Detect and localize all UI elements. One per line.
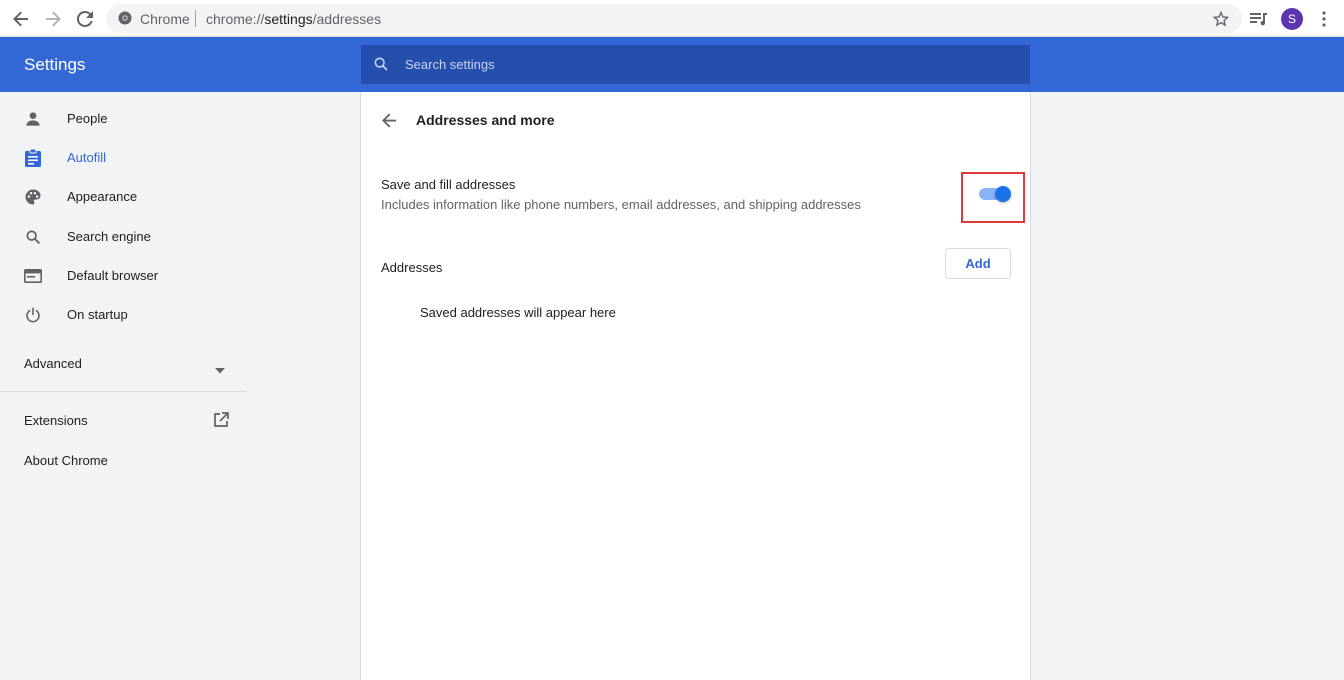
forward-arrow-icon[interactable]	[40, 6, 66, 32]
external-link-icon	[213, 412, 229, 433]
about-chrome-label: About Chrome	[24, 453, 108, 468]
avatar: S	[1281, 8, 1303, 30]
empty-state-text: Saved addresses will appear here	[420, 305, 616, 320]
sidebar-advanced-toggle[interactable]: Advanced	[0, 350, 246, 378]
sidebar-divider	[0, 391, 246, 392]
save-fill-title: Save and fill addresses	[381, 177, 516, 192]
sidebar-item-on-startup[interactable]: On startup	[0, 296, 246, 334]
sidebar-item-label: Default browser	[67, 268, 159, 283]
page-header-title: Settings	[24, 55, 86, 74]
search-icon	[373, 56, 389, 77]
person-icon	[24, 110, 42, 128]
sidebar-item-label: Search engine	[67, 229, 151, 244]
reload-icon[interactable]	[72, 6, 98, 32]
url-host: settings	[264, 11, 313, 27]
profile-avatar[interactable]: S	[1279, 6, 1305, 32]
extensions-label: Extensions	[24, 413, 88, 428]
sidebar: People Autofill Appearance Search engine…	[0, 92, 246, 680]
menu-kebab-icon[interactable]	[1311, 6, 1337, 32]
sidebar-item-about-chrome[interactable]: About Chrome	[0, 446, 246, 474]
sidebar-item-default-browser[interactable]: Default browser	[0, 257, 246, 295]
address-bar[interactable]: Chrome chrome://settings/addresses	[106, 4, 1242, 33]
search-settings-field[interactable]: Search settings	[361, 45, 1030, 84]
power-icon	[24, 306, 42, 324]
toggle-knob	[995, 186, 1011, 202]
chrome-logo-icon	[118, 11, 132, 25]
settings-header: Settings Search settings	[0, 37, 1344, 92]
page-title: Addresses and more	[416, 112, 555, 128]
back-arrow-icon[interactable]	[8, 6, 34, 32]
sidebar-item-people[interactable]: People	[0, 100, 246, 138]
advanced-label: Advanced	[24, 356, 82, 371]
browser-window-icon	[24, 267, 42, 285]
sidebar-item-label: Appearance	[67, 189, 138, 204]
add-address-button[interactable]: Add	[945, 248, 1011, 279]
sidebar-item-label: Autofill	[67, 150, 107, 165]
sidebar-item-autofill[interactable]: Autofill	[0, 139, 246, 177]
media-control-icon[interactable]	[1246, 6, 1272, 32]
sidebar-item-search-engine[interactable]: Search engine	[0, 218, 246, 256]
site-name: Chrome	[140, 11, 190, 27]
addresses-card: Addresses and more Save and fill address…	[360, 92, 1031, 680]
search-placeholder: Search settings	[405, 57, 495, 72]
omnibox-separator	[195, 10, 196, 27]
clipboard-icon	[24, 149, 42, 167]
sidebar-item-appearance[interactable]: Appearance	[0, 178, 246, 216]
dropdown-arrow-icon	[215, 361, 225, 379]
sidebar-item-label: People	[67, 111, 108, 126]
url-text: chrome://settings/addresses	[206, 11, 381, 27]
addresses-section-label: Addresses	[381, 260, 443, 275]
url-scheme: chrome://	[206, 11, 265, 27]
browser-toolbar: Chrome chrome://settings/addresses S	[0, 0, 1344, 37]
save-fill-subtitle: Includes information like phone numbers,…	[381, 197, 861, 212]
bookmark-star-icon[interactable]	[1208, 6, 1234, 32]
search-icon	[24, 228, 42, 246]
back-arrow-icon[interactable]	[379, 110, 399, 130]
palette-icon	[24, 188, 42, 206]
url-path: /addresses	[312, 11, 382, 27]
sidebar-item-label: On startup	[67, 307, 128, 322]
save-fill-addresses-toggle[interactable]	[979, 186, 1011, 202]
sidebar-item-extensions[interactable]: Extensions	[0, 406, 246, 434]
